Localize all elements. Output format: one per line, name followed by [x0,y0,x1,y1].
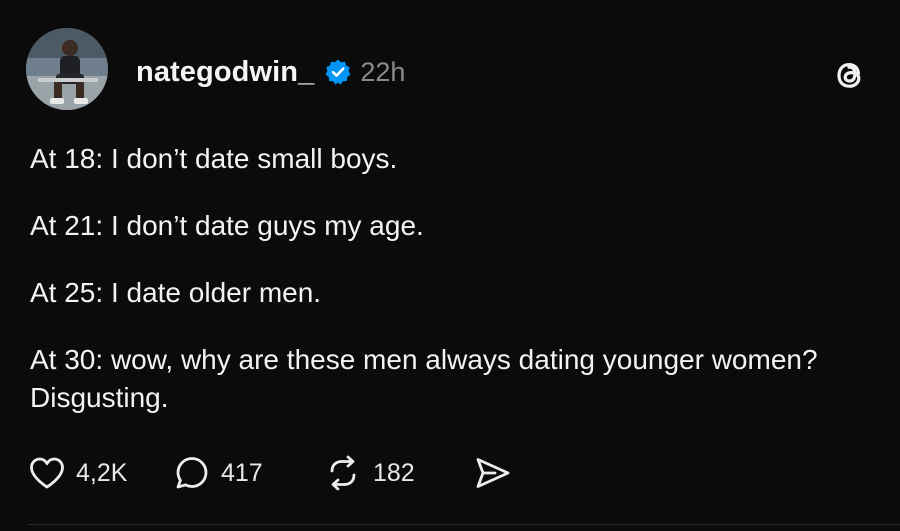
post-time: 22h [360,56,406,87]
post-line: At 30: wow, why are these men always dat… [30,344,818,413]
post-line: At 21: I don’t date guys my age. [30,210,424,241]
verified-badge-icon [324,58,352,86]
repost-button[interactable]: 182 [323,454,473,492]
speech-bubble-icon [173,454,211,492]
username[interactable]: nategodwin_ [136,56,314,89]
heart-icon [28,455,66,491]
post-body: At 18: I don’t date small boys. At 21: I… [30,140,870,446]
reply-count: 417 [221,458,263,487]
like-button[interactable]: 4,2K [28,455,173,491]
post-header: nategodwin_ 22h [136,52,405,92]
avatar[interactable] [26,28,108,110]
post-line: At 18: I don’t date small boys. [30,143,398,174]
action-bar: 4,2K 417 182 [28,450,513,496]
thread-post: nategodwin_ 22h At 18: I don’t date smal… [0,0,900,531]
repost-icon [323,454,363,492]
share-button[interactable] [473,455,513,491]
like-count: 4,2K [76,458,128,487]
reply-button[interactable]: 417 [173,454,323,492]
send-icon [473,455,513,491]
post-line: At 25: I date older men. [30,277,322,308]
threads-logo-icon[interactable] [828,54,870,96]
avatar-image [26,28,108,110]
repost-count: 182 [373,458,415,487]
post-divider [28,524,900,525]
